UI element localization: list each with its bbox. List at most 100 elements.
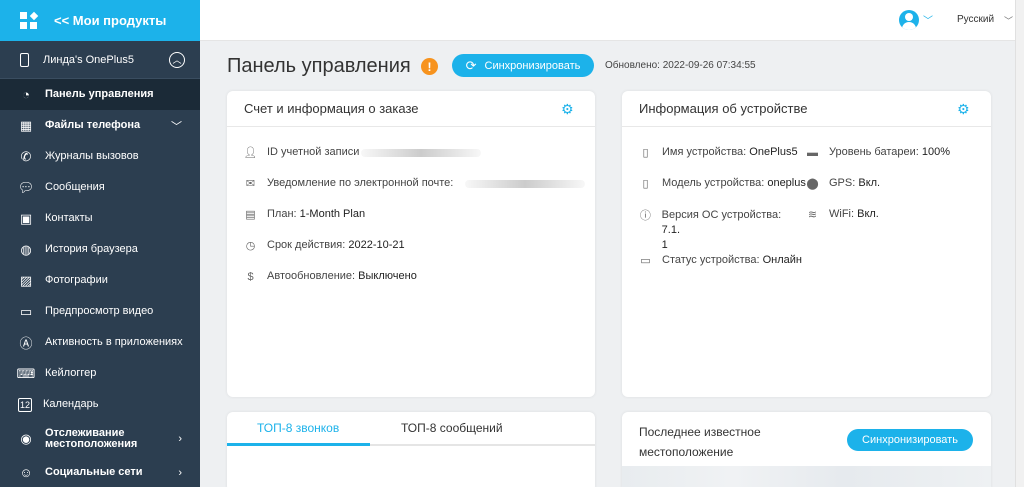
contact-icon: ▣	[19, 210, 33, 226]
phone-icon	[20, 52, 29, 67]
back-to-products[interactable]: << Мои продукты	[0, 0, 200, 41]
os-row: ⓘ Версия ОС устройства: 7.1. 1	[639, 208, 799, 253]
sidebar-item-call-logs[interactable]: ✆ Журналы вызовов	[0, 141, 200, 172]
sidebar-item-label: Файлы телефона	[45, 119, 141, 131]
phone-icon: ▯	[642, 147, 649, 159]
location-card: Последнее известное местоположение Синхр…	[622, 412, 991, 487]
sidebar-item-dashboard[interactable]: ◔ Панель управления	[0, 79, 200, 110]
sidebar-item-label: Социальные сети	[45, 466, 143, 478]
sidebar-item-label: Предпросмотр видео	[45, 305, 154, 317]
sidebar-item-photos[interactable]: ▨ Фотографии	[0, 265, 200, 296]
model-label: Модель устройства:	[662, 177, 765, 189]
wifi-icon: ≋	[807, 209, 818, 221]
language-selector[interactable]: Русский	[957, 14, 994, 25]
sidebar-item-social[interactable]: ☺ Социальные сети ›	[0, 457, 200, 487]
account-id-blurred	[361, 149, 482, 157]
wifi-label: WiFi:	[829, 208, 855, 220]
sidebar-item-label: Календарь	[43, 398, 99, 410]
account-card-title: Счет и информация о заказе	[244, 101, 419, 116]
location-card-title: Последнее известное местоположение	[639, 425, 761, 459]
location-pin-icon: ⬤	[806, 178, 819, 190]
battery-value: 100%	[921, 146, 951, 158]
sidebar-item-label: Сообщения	[45, 181, 105, 193]
status-value: Онлайн	[762, 254, 803, 266]
info-icon: ⓘ	[639, 209, 651, 222]
sidebar-item-label: Кейлоггер	[45, 367, 97, 379]
sync-icon: ⟳	[465, 57, 477, 73]
autorenew-value: Выключено	[358, 270, 417, 282]
scrollbar[interactable]	[1015, 0, 1024, 487]
sidebar-item-app-activity[interactable]: Ⓐ Активность в приложениях	[0, 327, 200, 358]
tab-top-calls[interactable]: ТОП-8 звонков	[257, 421, 339, 435]
expiry-value: 2022-10-21	[348, 239, 405, 251]
calendar-icon: 12	[18, 397, 32, 412]
gear-icon[interactable]: ⚙	[561, 102, 575, 116]
chevron-down-icon[interactable]: ﹀	[923, 12, 933, 27]
gear-icon[interactable]: ⚙	[957, 102, 971, 116]
dollar-icon: $	[247, 270, 254, 283]
sidebar: << Мои продукты Линда's OnePlus5 ︿ ◔ Пан…	[0, 0, 200, 487]
email-label: Уведомление по электронной почте:	[267, 177, 454, 189]
account-id-label: ID учетной записи	[267, 146, 360, 158]
page-title: Панель управления	[227, 55, 411, 77]
device-selector[interactable]: Линда's OnePlus5 ︿	[0, 41, 200, 79]
wifi-row: ≋ WiFi: Вкл.	[806, 208, 879, 221]
plan-row: ▤ План: 1-Month Plan	[244, 208, 365, 221]
sidebar-item-contacts[interactable]: ▣ Контакты	[0, 203, 200, 234]
sidebar-item-location[interactable]: ◉ Отслеживание местоположения ›	[0, 420, 200, 457]
os-value: 7.1.	[661, 224, 681, 236]
device-card-title: Информация об устройстве	[639, 101, 808, 116]
top8-tabs: ТОП-8 звонков ТОП-8 сообщений	[227, 412, 595, 446]
image-icon: ▨	[19, 272, 33, 288]
sidebar-item-calendar[interactable]: 12 Календарь	[0, 389, 200, 420]
sidebar-item-label: Панель управления	[45, 88, 154, 100]
plan-value: 1-Month Plan	[299, 208, 366, 220]
tab-divider	[370, 444, 595, 446]
phone-icon: ▯	[642, 178, 649, 190]
sidebar-item-video-preview[interactable]: ▭ Предпросмотр видео	[0, 296, 200, 327]
battery-row: ▬ Уровень батареи: 100%	[806, 146, 950, 159]
expiry-label: Срок действия:	[267, 239, 346, 251]
sidebar-item-messages[interactable]: 💬︎ Сообщения	[0, 172, 200, 203]
user-avatar-icon[interactable]	[899, 10, 919, 30]
chevron-down-icon[interactable]: ﹀	[1004, 14, 1013, 27]
location-sync-button[interactable]: Синхронизировать	[847, 429, 973, 451]
gps-value: Вкл.	[858, 177, 881, 189]
battery-label: Уровень батареи:	[829, 146, 919, 158]
chat-icon: 💬︎	[17, 179, 35, 195]
sync-button[interactable]: ⟳ Синхронизировать	[452, 54, 594, 77]
sidebar-item-label: Активность в приложениях	[45, 336, 183, 348]
account-card: Счет и информация о заказе ⚙ 👤︎ ID учетн…	[227, 91, 595, 397]
device-name: Линда's OnePlus5	[43, 53, 134, 66]
os-value-cont: 1	[661, 239, 668, 251]
map-preview[interactable]	[622, 466, 991, 487]
clock-icon: ◷	[245, 240, 256, 252]
updated-timestamp: Обновлено: 2022-09-26 07:34:55	[605, 60, 756, 71]
status-label: Статус устройства:	[662, 254, 760, 266]
dashboard-icon: ◔	[22, 87, 30, 102]
social-icon: ☺	[19, 465, 33, 480]
warning-icon[interactable]: !	[421, 58, 438, 75]
os-text: Версия ОС устройства: 7.1. 1	[662, 208, 799, 253]
os-label: Версия ОС устройства:	[661, 209, 782, 221]
phone-icon: ✆	[20, 148, 32, 164]
device-name-value: OnePlus5	[749, 146, 798, 158]
plan-label: План:	[267, 208, 297, 220]
wifi-value: Вкл.	[857, 208, 879, 220]
chevron-up-icon[interactable]: ︿	[169, 51, 185, 68]
user-icon: 👤︎	[243, 147, 258, 159]
model-row: ▯ Модель устройства: oneplus	[639, 177, 805, 190]
status-row: ▭ Статус устройства: Онлайн	[639, 254, 802, 267]
autorenew-label: Автообновление:	[267, 270, 356, 282]
autorenew-row: $ Автообновление: Выключено	[244, 270, 417, 283]
sidebar-item-keylogger[interactable]: ⌨ Кейлоггер	[0, 358, 200, 389]
sidebar-item-label: История браузера	[45, 243, 138, 255]
sidebar-item-phone-files[interactable]: ▦ Файлы телефона ﹀	[0, 110, 200, 141]
device-name-label: Имя устройства:	[662, 146, 747, 158]
sidebar-item-browser-history[interactable]: ◍ История браузера	[0, 234, 200, 265]
email-row: ✉ Уведомление по электронной почте:	[244, 177, 586, 190]
gps-label: GPS:	[829, 177, 856, 189]
tab-top-messages[interactable]: ТОП-8 сообщений	[401, 421, 503, 435]
chevron-right-icon: ›	[178, 466, 182, 479]
device-card: Информация об устройстве ⚙ ▯ Имя устройс…	[622, 91, 991, 397]
